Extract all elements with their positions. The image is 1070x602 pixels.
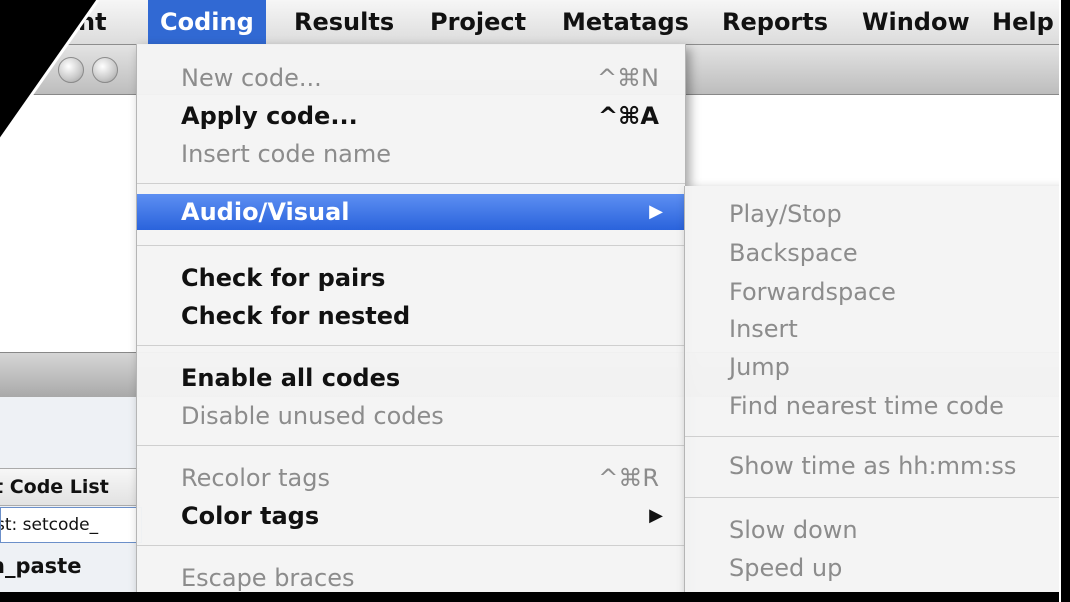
submenu-item-label: Insert: [729, 315, 798, 343]
menu-separator: [137, 245, 685, 246]
menu-item-apply-code[interactable]: Apply code... ^⌘A: [137, 98, 685, 134]
menu-item-recolor-tags[interactable]: Recolor tags ^⌘R: [137, 460, 685, 496]
menubar: nt Coding Results Project Metatags Repor…: [0, 0, 1070, 45]
menu-reports[interactable]: Reports: [710, 0, 840, 44]
menu-item-label: Apply code...: [181, 102, 358, 130]
menu-item-label: Insert code name: [181, 140, 392, 168]
submenu-item-backspace[interactable]: Backspace: [685, 235, 1070, 271]
window-zoom-button[interactable]: [92, 57, 118, 83]
menu-item-escape-braces[interactable]: Escape braces: [137, 560, 685, 596]
menu-coding[interactable]: Coding: [148, 0, 266, 44]
menu-window[interactable]: Window: [850, 0, 982, 44]
screenshot-frame: t Code List st: setcode_ h_paste nt Codi…: [0, 0, 1070, 602]
menu-item-label: Check for nested: [181, 302, 411, 330]
menu-help[interactable]: Help: [980, 0, 1066, 44]
submenu-item-forwardspace[interactable]: Forwardspace: [685, 274, 1070, 310]
menu-item-label: Color tags: [181, 502, 320, 530]
submenu-item-label: Show time as hh:mm:ss: [729, 452, 1017, 480]
menu-item-check-nested[interactable]: Check for nested: [137, 298, 685, 334]
menu-separator: [137, 345, 685, 346]
menu-item-label: Recolor tags: [181, 464, 330, 492]
menu-item-shortcut: ^⌘N: [596, 64, 659, 92]
menu-item-enable-all-codes[interactable]: Enable all codes: [137, 360, 685, 396]
menu-separator: [685, 436, 1070, 437]
submenu-item-slow-down[interactable]: Slow down: [685, 512, 1070, 548]
submenu-item-label: Jump: [729, 353, 790, 381]
menu-item-check-pairs[interactable]: Check for pairs: [137, 260, 685, 296]
menu-item-disable-unused-codes[interactable]: Disable unused codes: [137, 398, 685, 434]
submenu-item-label: Find nearest time code: [729, 392, 1004, 420]
code-list-input[interactable]: st: setcode_: [0, 507, 142, 543]
audio-visual-submenu: Play/Stop Backspace Forwardspace Insert …: [684, 186, 1070, 602]
submenu-item-label: Backspace: [729, 239, 858, 267]
submenu-item-insert[interactable]: Insert: [685, 311, 1070, 347]
code-list-item[interactable]: h_paste: [0, 548, 140, 584]
submenu-item-label: Speed up: [729, 554, 843, 582]
menu-separator: [685, 596, 1070, 597]
code-list-header: t Code List: [0, 468, 140, 506]
menu-item-color-tags[interactable]: Color tags ▶: [137, 498, 685, 534]
menu-item-audio-visual[interactable]: Audio/Visual ▶: [137, 194, 685, 230]
submenu-item-speed-up[interactable]: Speed up: [685, 550, 1070, 586]
submenu-item-show-time-hhmmss[interactable]: Show time as hh:mm:ss: [685, 448, 1070, 484]
window-minimize-button[interactable]: [58, 57, 84, 83]
submenu-arrow-icon: ▶: [649, 505, 663, 526]
submenu-item-play-stop[interactable]: Play/Stop: [685, 196, 1070, 232]
submenu-item-label: Slow down: [729, 516, 858, 544]
menu-item-label: Escape braces: [181, 564, 355, 592]
submenu-item-find-nearest-time-code[interactable]: Find nearest time code: [685, 388, 1070, 424]
menu-project[interactable]: Project: [418, 0, 538, 44]
menu-item-label: Audio/Visual: [181, 198, 350, 226]
menu-item-new-code[interactable]: New code... ^⌘N: [137, 60, 685, 96]
menu-item-insert-code-name[interactable]: Insert code name: [137, 136, 685, 172]
menu-item-label: Enable all codes: [181, 364, 401, 392]
submenu-arrow-icon: ▶: [649, 201, 663, 222]
menu-edit[interactable]: nt: [66, 0, 119, 44]
menu-item-label: New code...: [181, 64, 322, 92]
menu-separator: [137, 183, 685, 184]
menu-separator: [137, 545, 685, 546]
coding-menu: New code... ^⌘N Apply code... ^⌘A Insert…: [136, 44, 686, 602]
submenu-item-jump[interactable]: Jump: [685, 349, 1070, 385]
menu-item-shortcut: ^⌘R: [598, 464, 659, 492]
menu-item-label: Check for pairs: [181, 264, 386, 292]
menu-separator: [685, 497, 1070, 498]
submenu-item-label: Play/Stop: [729, 200, 842, 228]
menu-item-shortcut: ^⌘A: [598, 102, 659, 130]
menu-separator: [137, 445, 685, 446]
menu-item-label: Disable unused codes: [181, 402, 444, 430]
menu-results[interactable]: Results: [282, 0, 406, 44]
submenu-item-label: Forwardspace: [729, 278, 896, 306]
menu-metatags[interactable]: Metatags: [550, 0, 701, 44]
